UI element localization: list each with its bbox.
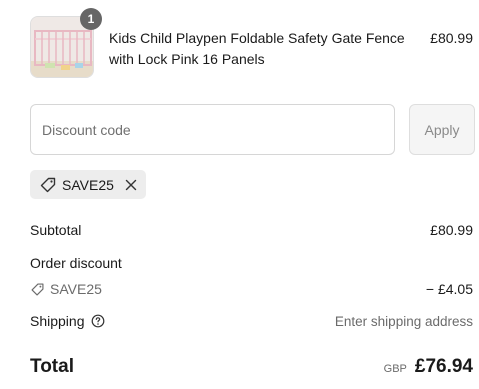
discount-code-input[interactable] (30, 104, 395, 155)
shipping-label: Shipping (30, 313, 85, 329)
order-discount-value: − £4.05 (425, 281, 473, 297)
applied-discount-code: SAVE25 (62, 176, 114, 193)
total-label: Total (30, 356, 74, 377)
total-amount: £76.94 (414, 356, 473, 377)
apply-discount-button[interactable]: Apply (409, 104, 475, 155)
subtotal-label: Subtotal (30, 222, 82, 238)
quantity-badge: 1 (80, 8, 102, 30)
currency-code: GBP (383, 363, 407, 375)
order-discount-code-row: SAVE25 − £4.05 (30, 281, 473, 297)
total-row: Total GBP £76.94 (30, 356, 473, 378)
subtotal-row: Subtotal £80.99 (30, 222, 473, 238)
tag-icon (30, 282, 45, 297)
order-discount-label: Order discount (30, 255, 122, 271)
shipping-value: Enter shipping address (334, 313, 473, 329)
subtotal-value: £80.99 (430, 222, 473, 238)
order-discount-row: Order discount (30, 255, 473, 271)
shipping-label-group: Shipping (30, 313, 105, 329)
help-icon[interactable] (91, 314, 105, 328)
applied-discount-chip: SAVE25 (30, 170, 146, 199)
order-discount-code: SAVE25 (30, 281, 102, 297)
order-summary: 1 Kids Child Playpen Foldable Safety Gat… (0, 0, 479, 389)
remove-discount-icon[interactable] (125, 179, 137, 191)
order-discount-code-text: SAVE25 (50, 281, 102, 297)
total-amount-group: GBP £76.94 (384, 356, 473, 378)
shipping-row: Shipping Enter shipping address (30, 313, 473, 329)
product-price: £80.99 (430, 30, 473, 46)
tag-icon (39, 176, 57, 194)
product-title: Kids Child Playpen Foldable Safety Gate … (109, 30, 405, 67)
